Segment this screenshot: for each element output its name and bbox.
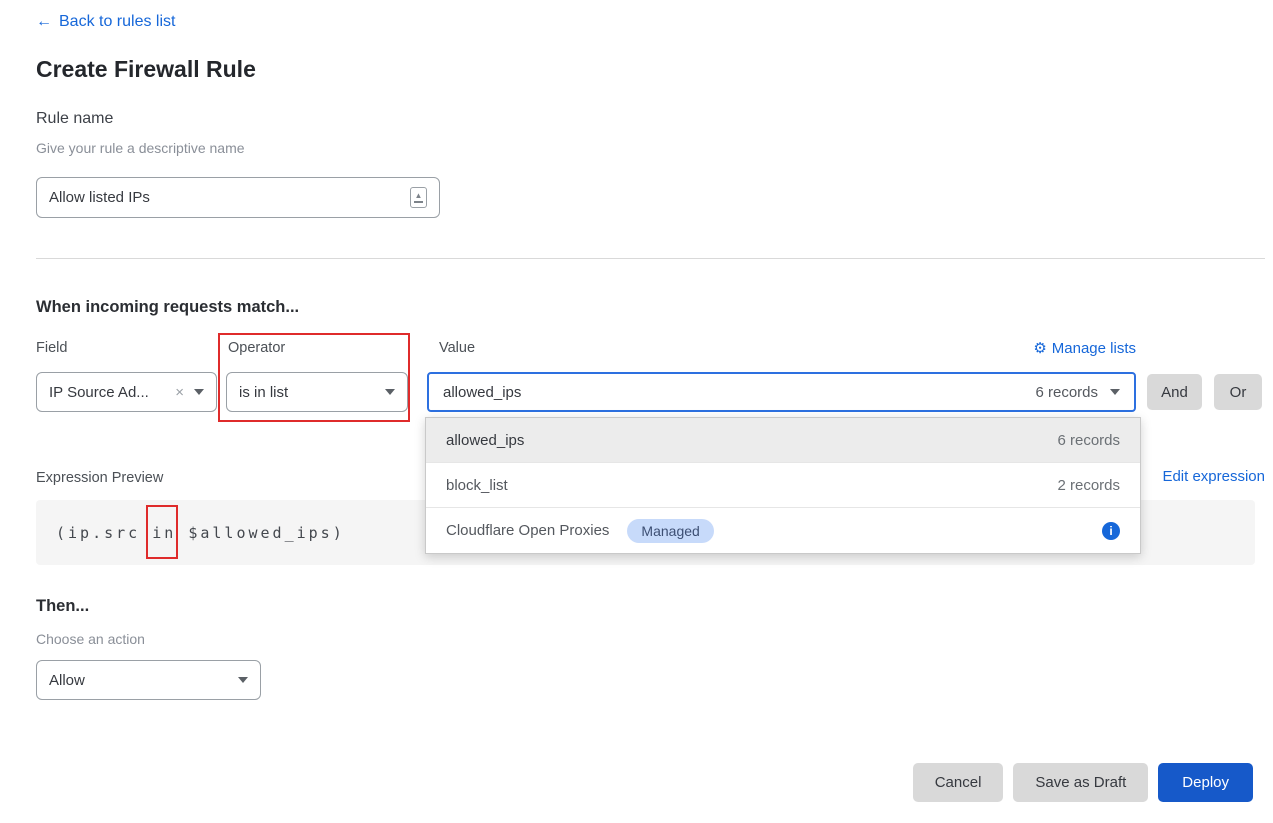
back-arrow-icon: ←: [36, 13, 52, 31]
chevron-down-icon: [194, 389, 204, 395]
value-records-count: 6 records: [1035, 384, 1098, 401]
value-input[interactable]: allowed_ips 6 records: [427, 372, 1136, 412]
operator-label: Operator: [228, 340, 285, 356]
field-label: Field: [36, 340, 67, 356]
gear-icon: ⚙: [1033, 341, 1046, 356]
manage-lists: ⚙ Manage lists: [427, 340, 1136, 357]
info-icon[interactable]: i: [1102, 522, 1120, 540]
cancel-button[interactable]: Cancel: [913, 763, 1004, 802]
list-item-records: 6 records: [1057, 432, 1120, 449]
deploy-button[interactable]: Deploy: [1158, 763, 1253, 802]
value-input-text: allowed_ips: [443, 384, 521, 401]
rule-name-hint: Give your rule a descriptive name: [36, 140, 245, 156]
chevron-down-icon: [385, 389, 395, 395]
manage-lists-link[interactable]: ⚙ Manage lists: [1033, 340, 1136, 357]
manage-lists-label: Manage lists: [1052, 340, 1136, 357]
action-select-value: Allow: [49, 672, 85, 689]
action-select[interactable]: Allow: [36, 660, 261, 700]
field-select[interactable]: IP Source Ad... ×: [36, 372, 217, 412]
autofill-arrow-glyph: ▲: [415, 192, 423, 200]
managed-badge: Managed: [627, 519, 713, 543]
list-item-cloudflare-open-proxies[interactable]: Cloudflare Open Proxies Managed i: [426, 508, 1140, 553]
list-item-records: 2 records: [1057, 477, 1120, 494]
match-heading: When incoming requests match...: [36, 298, 299, 317]
expression-preview-label: Expression Preview: [36, 470, 163, 486]
field-select-value: IP Source Ad...: [49, 384, 149, 401]
section-divider: [36, 258, 1265, 259]
rule-name-input[interactable]: Allow listed IPs ▲: [36, 177, 440, 218]
back-to-rules-link[interactable]: ← Back to rules list: [36, 13, 175, 31]
chevron-down-icon: [238, 677, 248, 683]
autofill-icon: ▲: [410, 187, 427, 208]
rule-name-value: Allow listed IPs: [49, 189, 150, 206]
operator-select-value: is in list: [239, 384, 288, 401]
or-button[interactable]: Or: [1214, 374, 1262, 410]
expression-in-annotation-box: in: [152, 524, 176, 542]
chevron-down-icon: [1110, 389, 1120, 395]
footer-actions: Cancel Save as Draft Deploy: [913, 763, 1253, 802]
clear-field-icon[interactable]: ×: [175, 384, 184, 401]
and-button[interactable]: And: [1147, 374, 1202, 410]
then-heading: Then...: [36, 597, 89, 616]
list-item-allowed-ips[interactable]: allowed_ips 6 records: [426, 418, 1140, 463]
create-firewall-rule-page: ← Back to rules list Create Firewall Rul…: [0, 0, 1273, 823]
list-item-name: block_list: [446, 477, 508, 494]
action-hint: Choose an action: [36, 631, 145, 647]
back-link-label: Back to rules list: [59, 13, 175, 31]
expression-code-after: $allowed_ips): [176, 524, 344, 542]
list-item-name: Cloudflare Open Proxies: [446, 522, 609, 539]
list-item-name: allowed_ips: [446, 432, 524, 449]
save-as-draft-button[interactable]: Save as Draft: [1013, 763, 1148, 802]
page-title: Create Firewall Rule: [36, 56, 256, 83]
operator-select[interactable]: is in list: [226, 372, 408, 412]
expression-code-before: (ip.src: [56, 524, 152, 542]
edit-expression-link[interactable]: Edit expression: [1162, 468, 1265, 485]
rule-name-label: Rule name: [36, 110, 113, 128]
list-item-block-list[interactable]: block_list 2 records: [426, 463, 1140, 508]
lists-dropdown-panel: allowed_ips 6 records block_list 2 recor…: [425, 417, 1141, 554]
